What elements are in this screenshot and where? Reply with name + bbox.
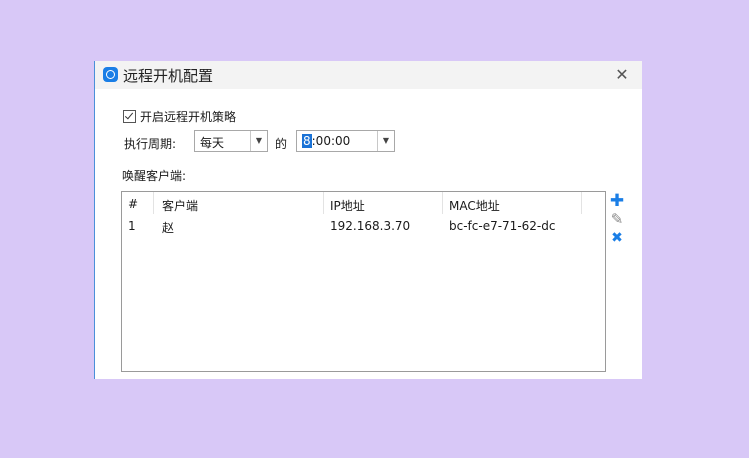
- period-label: 执行周期:: [124, 137, 177, 151]
- clients-label: 唤醒客户端:: [122, 169, 187, 183]
- time-select[interactable]: 8:00:00 ▼: [296, 130, 395, 152]
- period-select[interactable]: 每天 ▼: [194, 130, 268, 152]
- column-header-mac[interactable]: MAC地址: [449, 197, 500, 214]
- enable-policy-checkbox[interactable]: [123, 110, 136, 123]
- row-index: 1: [128, 219, 136, 233]
- time-hour-selected[interactable]: 8: [302, 134, 312, 148]
- edit-icon[interactable]: ✎: [609, 210, 625, 228]
- add-icon[interactable]: ✚: [609, 191, 625, 211]
- table-row[interactable]: 1 赵 192.168.3.70 bc-fc-e7-71-62-dc: [122, 217, 605, 237]
- of-label-row: 的: [275, 135, 287, 152]
- row-mac: bc-fc-e7-71-62-dc: [449, 219, 556, 233]
- enable-policy-row[interactable]: 开启远程开机策略: [123, 108, 236, 125]
- clients-table[interactable]: # 客户端 IP地址 MAC地址 1 赵 192.168.3.70 bc-fc-…: [121, 191, 606, 372]
- time-value[interactable]: 8:00:00: [302, 134, 350, 148]
- period-select-value: 每天: [200, 136, 225, 150]
- app-logo-icon: [103, 67, 118, 82]
- column-divider[interactable]: [323, 192, 324, 214]
- chevron-down-icon[interactable]: ▼: [377, 131, 394, 151]
- column-divider[interactable]: [153, 192, 154, 214]
- enable-policy-label: 开启远程开机策略: [140, 110, 237, 124]
- time-rest: :00:00: [311, 134, 351, 148]
- close-button[interactable]: ✕: [610, 63, 634, 87]
- column-divider[interactable]: [442, 192, 443, 214]
- column-header-client[interactable]: 客户端: [162, 197, 198, 214]
- delete-icon[interactable]: ✖: [609, 230, 625, 246]
- row-ip: 192.168.3.70: [330, 219, 411, 233]
- column-header-ip[interactable]: IP地址: [330, 197, 365, 214]
- remote-wake-dialog: 远程开机配置 ✕ 开启远程开机策略 执行周期: 每天 ▼ 的 8:00:00 ▼…: [94, 61, 642, 379]
- column-divider[interactable]: [581, 192, 582, 214]
- row-client: 赵: [162, 221, 175, 235]
- clients-label-row: 唤醒客户端:: [122, 167, 186, 184]
- dialog-title: 远程开机配置: [123, 67, 214, 85]
- of-label: 的: [275, 137, 288, 151]
- chevron-down-icon[interactable]: ▼: [250, 131, 267, 151]
- column-header-index[interactable]: #: [128, 197, 138, 211]
- period-label-row: 执行周期:: [124, 135, 176, 152]
- table-header: # 客户端 IP地址 MAC地址: [122, 192, 605, 214]
- title-bar: 远程开机配置 ✕: [95, 61, 642, 89]
